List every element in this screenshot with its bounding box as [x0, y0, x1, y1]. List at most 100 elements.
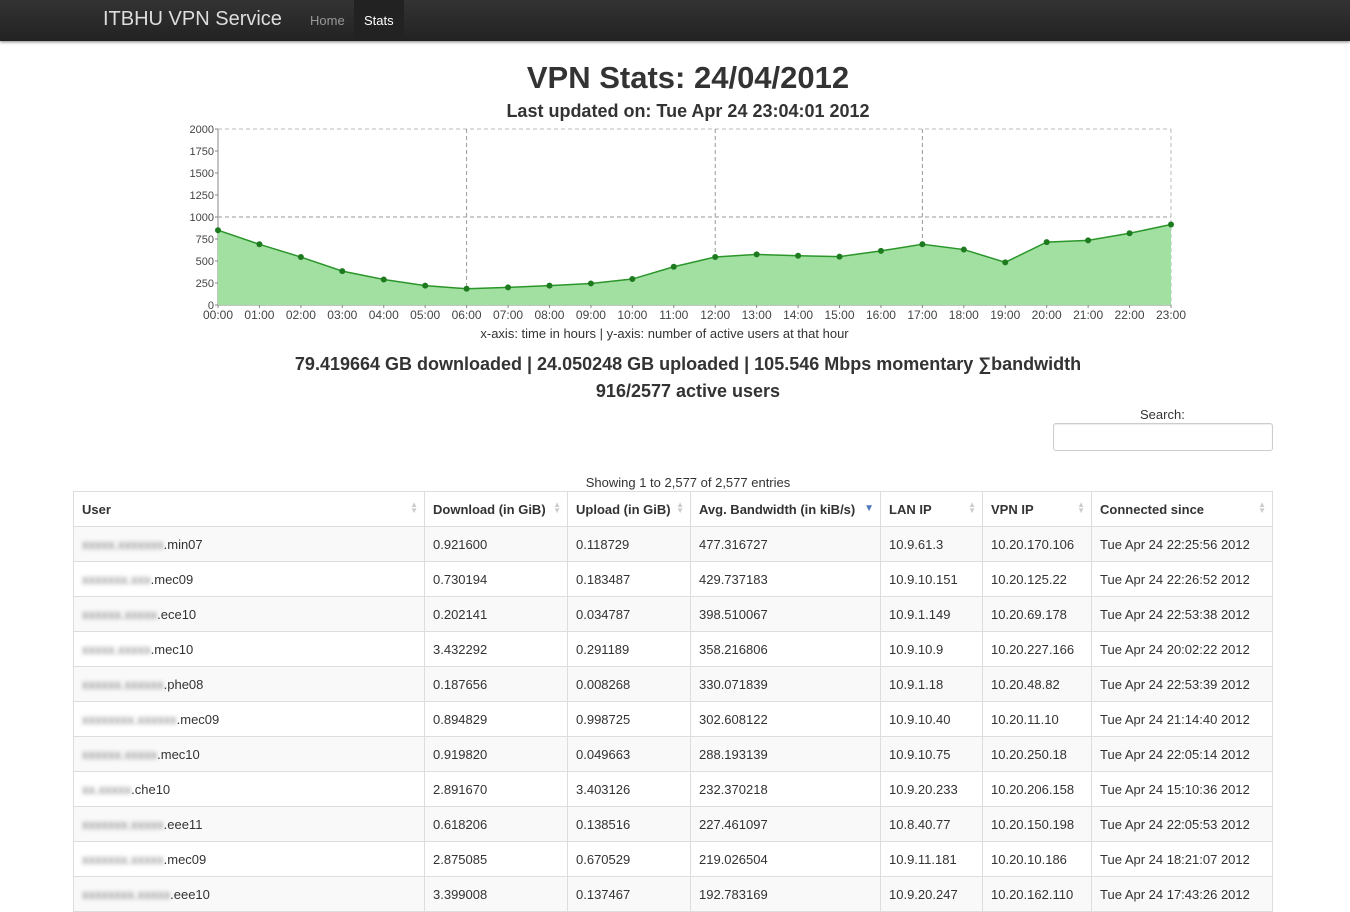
- cell-vpn: 10.20.162.110: [982, 876, 1092, 912]
- cell-download: 0.921600: [424, 526, 568, 562]
- cell-lan: 10.9.20.247: [880, 876, 983, 912]
- top-navbar: ITBHU VPN Service Home Stats: [0, 0, 1350, 41]
- cell-vpn: 10.20.170.106: [982, 526, 1092, 562]
- cell-download: 0.919820: [424, 736, 568, 772]
- data-point: [1168, 221, 1174, 228]
- user-suffix: .eee11: [163, 816, 203, 832]
- nav-stats-link[interactable]: Stats: [354, 0, 404, 41]
- col-user[interactable]: User ▲ ▼: [73, 491, 425, 527]
- active-users-summary: 916/2577 active users: [595, 381, 781, 401]
- x-tick-label: 02:00: [286, 308, 316, 322]
- col-upload[interactable]: Upload (in GiB) ▲ ▼: [567, 491, 691, 527]
- data-point: [960, 246, 967, 253]
- user-suffix: .che10: [131, 781, 171, 797]
- table-row: xxxxxxxx.xxxxxx.mec09 0.894829 0.998725 302…: [73, 701, 1273, 737]
- redacted-name: xxxxxx.xxxxx: [82, 746, 158, 762]
- nav-home-link[interactable]: Home: [300, 0, 355, 41]
- col-upload-label: Upload (in GiB): [576, 501, 671, 517]
- cell-lan: 10.9.20.233: [880, 771, 983, 807]
- cell-upload: 0.138516: [567, 806, 691, 842]
- cell-bandwidth: 302.608122: [690, 701, 881, 737]
- y-tick-label: 1750: [190, 146, 214, 158]
- redacted-name: xxxxxxxx.xxxxx: [82, 886, 171, 902]
- y-tick-label: 1250: [190, 190, 214, 202]
- table-row: xxxxx.xxxxx.mec10 3.432292 0.291189 358.216…: [73, 631, 1273, 667]
- x-tick-label: 12:00: [700, 308, 730, 322]
- cell-since: Tue Apr 24 22:05:14 2012: [1091, 736, 1273, 772]
- col-bandwidth[interactable]: Avg. Bandwidth (in kiB/s) ▼: [690, 491, 881, 527]
- col-connected-since[interactable]: Connected since ▲ ▼: [1091, 491, 1273, 527]
- col-lan-ip[interactable]: LAN IP ▲ ▼: [880, 491, 983, 527]
- data-point: [919, 241, 926, 248]
- cell-upload: 0.008268: [567, 666, 691, 702]
- user-suffix: .mec09: [150, 571, 194, 587]
- cell-vpn: 10.20.206.158: [982, 771, 1092, 807]
- col-vpn-ip[interactable]: VPN IP ▲ ▼: [982, 491, 1092, 527]
- sort-both-icon: ▲ ▼: [410, 500, 418, 515]
- traffic-summary: 79.419664 GB downloaded | 24.050248 GB u…: [294, 354, 1082, 374]
- data-point: [836, 253, 843, 260]
- table-row: xxxxxxx.xxxxx.mec09 2.875085 0.670529 219.0…: [73, 841, 1273, 877]
- redacted-name: xxxxxxx.xxxxx: [82, 851, 164, 867]
- table-row: xxxxxx.xxxxxx.phe08 0.187656 0.008268 330.0…: [73, 666, 1273, 702]
- user-suffix: .ece10: [157, 606, 197, 622]
- data-point: [505, 284, 512, 291]
- data-point: [297, 254, 304, 261]
- table-row: xxxxxxxx.xxxxx.eee10 3.399008 0.137467 192.…: [73, 876, 1273, 912]
- x-tick-label: 08:00: [534, 308, 564, 322]
- data-point: [422, 282, 429, 289]
- cell-upload: 0.034787: [567, 596, 691, 632]
- user-suffix: .mec09: [163, 851, 207, 867]
- redacted-name: xxxxxxx.xxxxx: [82, 816, 164, 832]
- cell-user: xxxxxxxx.xxxxxx.mec09: [73, 701, 425, 737]
- col-vpn-ip-label: VPN IP: [991, 501, 1034, 517]
- x-tick-label: 06:00: [452, 308, 482, 322]
- table-header-row: User ▲ ▼ Download (in GiB) ▲ ▼ Upload (in Gi…: [73, 491, 1273, 527]
- data-point: [463, 285, 470, 292]
- cell-user: xxxxxxx.xxxxx.mec09: [73, 841, 425, 877]
- cell-bandwidth: 192.783169: [690, 876, 881, 912]
- x-tick-label: 16:00: [866, 308, 896, 322]
- y-tick-label: 250: [196, 278, 214, 290]
- redacted-name: xxxxx.xxxxx: [82, 641, 151, 657]
- x-tick-label: 09:00: [576, 308, 606, 322]
- data-point: [753, 251, 760, 258]
- cell-upload: 3.403126: [567, 771, 691, 807]
- x-tick-label: 05:00: [410, 308, 440, 322]
- cell-upload: 0.183487: [567, 561, 691, 597]
- data-point: [795, 252, 802, 259]
- cell-user: xxxxxxx.xxx.mec09: [73, 561, 425, 597]
- sort-desc-icon: ▼: [864, 503, 874, 514]
- cell-bandwidth: 227.461097: [690, 806, 881, 842]
- search-input[interactable]: [1053, 423, 1273, 451]
- data-point: [546, 282, 553, 289]
- cell-upload: 0.670529: [567, 841, 691, 877]
- table-row: xxxxxx.xxxxx.ece10 0.202141 0.034787 398.51…: [73, 596, 1273, 632]
- cell-since: Tue Apr 24 22:25:56 2012: [1091, 526, 1273, 562]
- brand-title[interactable]: ITBHU VPN Service: [103, 8, 282, 30]
- y-tick-label: 1500: [190, 168, 214, 180]
- sort-both-icon: ▲ ▼: [968, 500, 976, 515]
- cell-bandwidth: 398.510067: [690, 596, 881, 632]
- y-tick-label: 2000: [190, 124, 214, 136]
- table-row: xxxxxxx.xxx.mec09 0.730194 0.183487 429.737…: [73, 561, 1273, 597]
- redacted-name: xxxxxxxx.xxxxxx: [82, 711, 177, 727]
- cell-since: Tue Apr 24 21:14:40 2012: [1091, 701, 1273, 737]
- sort-both-icon: ▲ ▼: [676, 500, 684, 515]
- table-row: xxxxxxx.xxxxx.eee11 0.618206 0.138516 227.4…: [73, 806, 1273, 842]
- cell-since: Tue Apr 24 20:02:22 2012: [1091, 631, 1273, 667]
- x-tick-label: 13:00: [742, 308, 772, 322]
- cell-lan: 10.9.11.181: [880, 841, 983, 877]
- sort-both-icon: ▲ ▼: [1258, 500, 1266, 515]
- col-download[interactable]: Download (in GiB) ▲ ▼: [424, 491, 568, 527]
- data-point: [587, 280, 594, 287]
- x-tick-label: 17:00: [907, 308, 937, 322]
- data-point: [629, 276, 636, 283]
- table-info: Showing 1 to 2,577 of 2,577 entries: [585, 475, 791, 490]
- cell-vpn: 10.20.11.10: [982, 701, 1092, 737]
- cell-download: 0.187656: [424, 666, 568, 702]
- cell-upload: 0.049663: [567, 736, 691, 772]
- col-user-label: User: [82, 501, 111, 517]
- x-tick-label: 01:00: [244, 308, 274, 322]
- cell-lan: 10.9.1.18: [880, 666, 983, 702]
